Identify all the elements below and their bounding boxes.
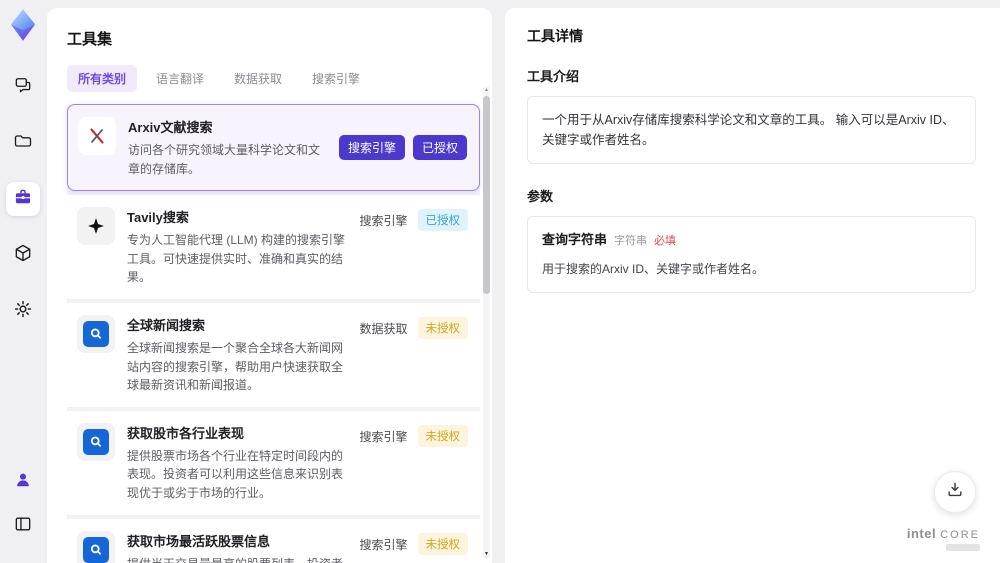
brand-intel-text: intel xyxy=(906,526,937,541)
brand-core-text: CORE xyxy=(940,529,980,541)
tool-detail-panel: 工具详情 工具介绍 一个用于从Arxiv存储库搜索科学论文和文章的工具。 输入可… xyxy=(505,8,1000,563)
auth-status-badge: 未授权 xyxy=(417,316,468,339)
sidebar-item-tools[interactable] xyxy=(6,182,40,216)
tab-all-categories[interactable]: 所有类别 xyxy=(67,65,138,92)
tool-tags: 搜索引擎 未授权 xyxy=(357,423,468,503)
package-icon xyxy=(13,243,33,268)
tool-card-active-stocks[interactable]: 获取市场最活跃股票信息 提供当天交易量最高的股票列表。投资者可以利用这些信息来识… xyxy=(67,518,480,563)
tool-description: 提供股票市场各个行业在特定时间段内的表现。投资者可以利用这些信息来识别表现优于或… xyxy=(127,448,344,500)
sidebar-item-panel-toggle[interactable] xyxy=(6,509,40,543)
intel-core-logo: intel CORE xyxy=(907,526,980,551)
star-icon xyxy=(77,207,115,246)
tool-name: 获取股市各行业表现 xyxy=(127,425,245,441)
auth-status-badge: 已授权 xyxy=(417,209,468,232)
parameter-name: 查询字符串 xyxy=(542,232,608,247)
tool-card-tavily[interactable]: Tavily搜索 专为人工智能代理 (LLM) 构建的搜索引擎工具。可快速提供实… xyxy=(67,195,480,299)
tool-name: 获取市场最活跃股票信息 xyxy=(127,533,271,549)
tool-card-text: 获取股市各行业表现 提供股票市场各个行业在特定时间段内的表现。投资者可以利用这些… xyxy=(127,423,345,503)
category-tag: 搜索引擎 xyxy=(359,214,408,229)
auth-status-badge: 已授权 xyxy=(412,135,467,161)
app-window: 工具集 所有类别 语言翻译 数据获取 搜索引擎 Arxiv文献搜索 访问各个研究… xyxy=(0,0,1000,563)
user-icon xyxy=(13,470,33,495)
tool-list: Arxiv文献搜索 访问各个研究领域大量科学论文和文章的存储库。 搜索引擎 已授… xyxy=(67,104,480,563)
tool-description: 专为人工智能代理 (LLM) 构建的搜索引擎工具。可快速提供实时、准确和真实的结… xyxy=(127,233,346,285)
tool-card-global-news[interactable]: 全球新闻搜索 全球新闻搜索是一个聚合全球各大新闻网站内容的搜索引擎，帮助用户快速… xyxy=(67,302,480,407)
download-icon xyxy=(945,480,965,505)
sidebar-rail xyxy=(0,0,46,563)
app-logo xyxy=(6,8,40,42)
gear-icon xyxy=(13,299,33,324)
news-search-icon xyxy=(77,530,115,563)
tool-intro-text: 一个用于从Arxiv存储库搜索科学论文和文章的工具。 输入可以是Arxiv ID… xyxy=(542,113,955,147)
folder-icon xyxy=(13,131,33,156)
sidebar-item-user[interactable] xyxy=(6,465,40,499)
params-section-title: 参数 xyxy=(527,189,554,204)
tool-card-text: 全球新闻搜索 全球新闻搜索是一个聚合全球各大新闻网站内容的搜索引擎，帮助用户快速… xyxy=(127,315,345,395)
arxiv-icon xyxy=(78,117,116,155)
tool-tags: 数据获取 未授权 xyxy=(357,315,468,395)
parameter-type: 字符串 xyxy=(614,235,648,247)
parameter-required-flag: 必填 xyxy=(654,235,677,247)
news-search-icon xyxy=(77,314,115,353)
toolbox-icon xyxy=(13,187,33,212)
tool-name: 全球新闻搜索 xyxy=(127,317,206,333)
detail-title: 工具详情 xyxy=(527,28,583,44)
category-tag: 数据获取 xyxy=(359,321,408,336)
intro-section-title: 工具介绍 xyxy=(527,69,580,84)
scroll-down-arrow[interactable]: ▼ xyxy=(484,552,489,557)
sidebar-item-settings[interactable] xyxy=(6,294,40,328)
tool-card-sector-performance[interactable]: 获取股市各行业表现 提供股票市场各个行业在特定时间段内的表现。投资者可以利用这些… xyxy=(67,410,480,515)
tool-card-arxiv[interactable]: Arxiv文献搜索 访问各个研究领域大量科学论文和文章的存储库。 搜索引擎 已授… xyxy=(67,104,480,192)
tool-card-text: 获取市场最活跃股票信息 提供当天交易量最高的股票列表。投资者可以利用这些信息来识… xyxy=(127,531,345,563)
category-tabs: 所有类别 语言翻译 数据获取 搜索引擎 xyxy=(67,65,480,92)
tab-search-engine[interactable]: 搜索引擎 xyxy=(301,65,371,92)
tool-card-text: Tavily搜索 专为人工智能代理 (LLM) 构建的搜索引擎工具。可快速提供实… xyxy=(127,207,345,287)
tab-data-fetch[interactable]: 数据获取 xyxy=(223,65,293,92)
tool-tags: 搜索引擎 未授权 xyxy=(357,531,468,563)
tool-description: 提供当天交易量最高的股票列表。投资者可以利用这些信息来识别流动性强的股票和潜在的… xyxy=(127,555,345,563)
chat-icon xyxy=(13,75,33,100)
tool-tags: 搜索引擎 已授权 xyxy=(338,135,467,161)
sidebar-item-chat[interactable] xyxy=(6,70,40,104)
parameter-header: 查询字符串 字符串 必填 xyxy=(542,230,961,251)
scrollbar-thumb[interactable] xyxy=(483,96,490,294)
tool-intro-box: 一个用于从Arxiv存储库搜索科学论文和文章的工具。 输入可以是Arxiv ID… xyxy=(527,96,976,164)
tool-tags: 搜索引擎 已授权 xyxy=(357,207,468,287)
tool-card-text: Arxiv文献搜索 访问各个研究领域大量科学论文和文章的存储库。 xyxy=(128,117,327,178)
sidebar-item-files[interactable] xyxy=(6,126,40,160)
tool-name: Tavily搜索 xyxy=(127,210,189,226)
auth-status-badge: 未授权 xyxy=(417,532,468,555)
download-button[interactable] xyxy=(934,471,976,513)
tool-name: Arxiv文献搜索 xyxy=(128,120,213,135)
category-tag: 搜索引擎 xyxy=(359,537,408,552)
tool-description: 全球新闻搜索是一个聚合全球各大新闻网站内容的搜索引擎，帮助用户快速获取全球最新资… xyxy=(127,340,344,393)
list-scrollbar[interactable]: ▲ ▼ xyxy=(483,86,490,559)
tab-translation[interactable]: 语言翻译 xyxy=(145,65,215,92)
parameter-description: 用于搜索的Arxiv ID、关键字或作者姓名。 xyxy=(542,261,765,276)
news-search-icon xyxy=(77,422,115,461)
page-title: 工具集 xyxy=(67,31,113,48)
panel-toggle-icon xyxy=(13,514,33,539)
parameter-box: 查询字符串 字符串 必填 用于搜索的Arxiv ID、关键字或作者姓名。 xyxy=(527,216,976,293)
brand-sub-mark xyxy=(946,544,980,551)
tool-description: 访问各个研究领域大量科学论文和文章的存储库。 xyxy=(128,143,321,176)
sidebar-item-packages[interactable] xyxy=(6,238,40,272)
category-tag: 搜索引擎 xyxy=(338,135,405,161)
scroll-up-arrow[interactable]: ▲ xyxy=(484,88,489,93)
tool-list-panel: 工具集 所有类别 语言翻译 数据获取 搜索引擎 Arxiv文献搜索 访问各个研究… xyxy=(47,8,492,563)
auth-status-badge: 未授权 xyxy=(417,424,468,447)
category-tag: 搜索引擎 xyxy=(359,429,408,444)
